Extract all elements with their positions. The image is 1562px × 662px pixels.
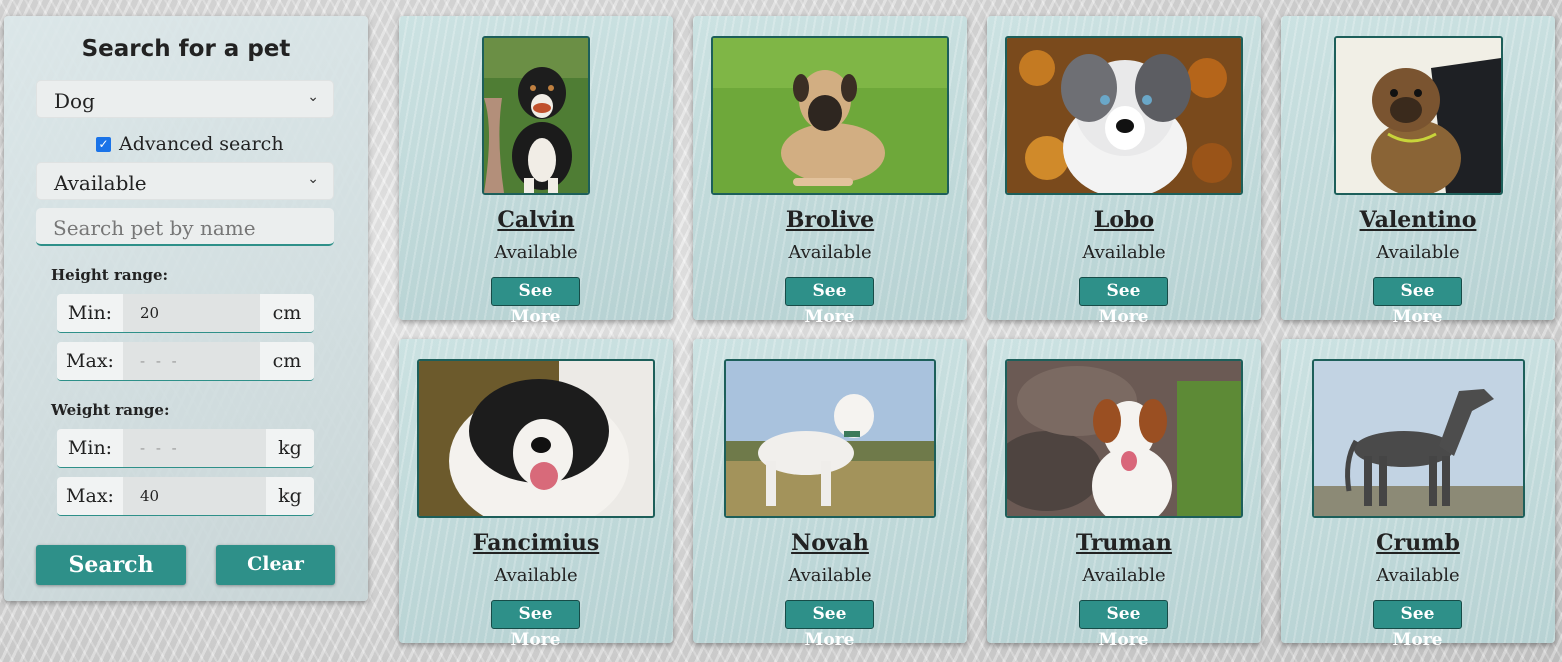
pet-card: Lobo Available See More — [987, 16, 1261, 327]
pet-name-link[interactable]: Truman — [987, 530, 1261, 556]
search-panel: Search for a pet Dog ⌄ ✓ Advanced search… — [4, 16, 368, 601]
see-more-button[interactable]: See More — [1373, 600, 1462, 650]
chevron-down-icon: ⌄ — [307, 171, 319, 187]
pet-status: Available — [788, 565, 872, 586]
pet-status: Available — [1082, 242, 1166, 263]
see-more-button[interactable]: See More — [491, 600, 580, 650]
pet-card: Valentino Available See More — [1281, 16, 1555, 327]
status-select-value: Available — [54, 171, 147, 195]
pet-status: Available — [494, 242, 578, 263]
dog-photo-fancimius — [419, 361, 653, 516]
dog-photo-valentino — [1336, 38, 1501, 193]
pet-card: Novah Available See More — [693, 339, 967, 650]
pet-photo[interactable] — [482, 36, 590, 195]
dog-photo-truman — [1007, 361, 1241, 516]
see-more-button[interactable]: See More — [491, 277, 580, 327]
height-min-label: Min: — [57, 294, 123, 332]
clear-button[interactable]: Clear — [216, 545, 335, 585]
pet-card: Calvin Available See More — [399, 16, 673, 327]
pet-photo[interactable] — [1005, 36, 1243, 195]
dog-photo-novah — [726, 361, 934, 516]
height-range-label: Height range: — [51, 266, 169, 284]
height-max-unit: cm — [260, 342, 314, 380]
weight-range-label: Weight range: — [51, 401, 170, 419]
dog-photo-lobo — [1007, 38, 1241, 193]
dog-photo-brolive — [713, 38, 947, 193]
height-max-field[interactable]: Max: - - - cm — [57, 342, 314, 381]
weight-min-field[interactable]: Min: - - - kg — [57, 429, 314, 468]
see-more-button[interactable]: See More — [785, 277, 874, 327]
pet-status: Available — [1082, 565, 1166, 586]
weight-min-label: Min: — [57, 429, 123, 467]
pet-name-link[interactable]: Novah — [693, 530, 967, 556]
weight-min-input[interactable]: - - - — [123, 429, 266, 467]
species-select[interactable]: Dog ⌄ — [36, 80, 334, 118]
pet-status: Available — [1376, 242, 1460, 263]
advanced-search-label: Advanced search — [119, 133, 284, 155]
pet-name-placeholder: Search pet by name — [53, 216, 256, 240]
see-more-button[interactable]: See More — [1079, 277, 1168, 327]
dog-photo-crumb — [1314, 361, 1523, 516]
dog-photo-calvin — [484, 38, 588, 193]
see-more-button[interactable]: See More — [1079, 600, 1168, 650]
pet-card: Crumb Available See More — [1281, 339, 1555, 650]
weight-min-unit: kg — [266, 429, 314, 467]
search-panel-title: Search for a pet — [81, 36, 291, 62]
height-min-unit: cm — [260, 294, 314, 332]
weight-max-field[interactable]: Max: 40 kg — [57, 477, 314, 516]
pet-name-search-input[interactable]: Search pet by name — [36, 208, 334, 246]
see-more-button[interactable]: See More — [1373, 277, 1462, 327]
pet-photo[interactable] — [1005, 359, 1243, 518]
search-button[interactable]: Search — [36, 545, 186, 585]
pet-card: Truman Available See More — [987, 339, 1261, 650]
pet-photo[interactable] — [711, 36, 949, 195]
height-min-input[interactable]: 20 — [123, 294, 260, 332]
pet-status: Available — [1376, 565, 1460, 586]
pet-name-link[interactable]: Valentino — [1281, 207, 1555, 233]
pet-status: Available — [494, 565, 578, 586]
height-max-label: Max: — [57, 342, 123, 380]
weight-max-label: Max: — [57, 477, 123, 515]
height-min-field[interactable]: Min: 20 cm — [57, 294, 314, 333]
pet-photo[interactable] — [417, 359, 655, 518]
status-select[interactable]: Available ⌄ — [36, 162, 334, 200]
pet-name-link[interactable]: Fancimius — [399, 530, 673, 556]
pet-photo[interactable] — [1334, 36, 1503, 195]
pet-status: Available — [788, 242, 872, 263]
chevron-down-icon: ⌄ — [307, 89, 319, 105]
pet-card: Fancimius Available See More — [399, 339, 673, 650]
pet-photo[interactable] — [724, 359, 936, 518]
pet-card: Brolive Available See More — [693, 16, 967, 327]
pet-name-link[interactable]: Brolive — [693, 207, 967, 233]
see-more-button[interactable]: See More — [785, 600, 874, 650]
weight-max-input[interactable]: 40 — [123, 477, 266, 515]
advanced-search-checkbox[interactable]: ✓ — [96, 136, 111, 152]
advanced-search-toggle[interactable]: ✓ Advanced search — [96, 133, 284, 155]
pet-name-link[interactable]: Calvin — [399, 207, 673, 233]
pet-name-link[interactable]: Lobo — [987, 207, 1261, 233]
weight-max-unit: kg — [266, 477, 314, 515]
height-max-input[interactable]: - - - — [123, 342, 260, 380]
species-select-value: Dog — [54, 89, 95, 113]
pet-photo[interactable] — [1312, 359, 1525, 518]
pet-name-link[interactable]: Crumb — [1281, 530, 1555, 556]
